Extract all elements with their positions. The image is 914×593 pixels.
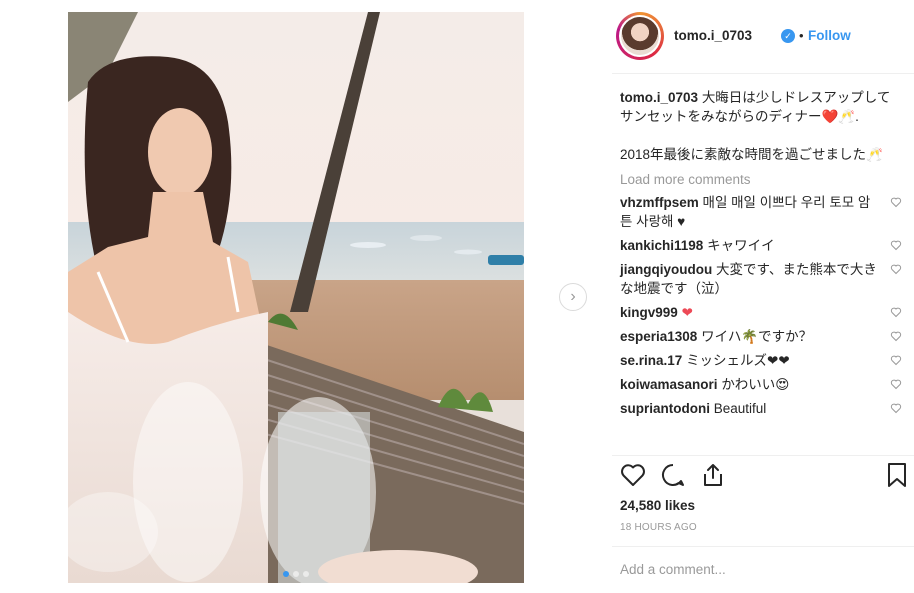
caption-username[interactable]: tomo.i_0703	[620, 90, 698, 105]
comment-like-heart-icon[interactable]	[890, 239, 902, 251]
comment-username[interactable]: vhzmffpsem	[620, 195, 699, 210]
comment-like-heart-icon[interactable]	[890, 196, 902, 208]
comment-username[interactable]: se.rina.17	[620, 353, 682, 368]
comment-username[interactable]: esperia1308	[620, 329, 697, 344]
comment-like-heart-icon[interactable]	[890, 306, 902, 318]
comment-username[interactable]: koiwamasanori	[620, 377, 718, 392]
actions-divider	[612, 455, 914, 456]
comment-item: vhzmffpsem 매일 매일 이쁘다 우리 토모 암튼 사랑해 ♥	[620, 193, 904, 231]
comment-item: supriantodoni Beautiful	[620, 399, 904, 418]
comment-username[interactable]: supriantodoni	[620, 401, 710, 416]
comment-username[interactable]: kankichi1198	[620, 238, 703, 253]
add-comment-input[interactable]: Add a comment...	[620, 562, 726, 577]
post-header: tomo.i_0703 ✓ • Follow	[612, 0, 914, 74]
verified-badge-icon: ✓	[781, 29, 795, 43]
likes-count[interactable]: 24,580 likes	[620, 498, 695, 513]
carousel-dots	[68, 571, 524, 577]
add-comment-divider	[612, 546, 914, 547]
comment-text: ❤	[681, 305, 693, 320]
caption-line-3: 2018年最後に素敵な時間を過ごせました🥂	[620, 147, 883, 162]
comment-text: ミッシェルズ❤❤	[686, 353, 790, 368]
carousel-dot	[293, 571, 299, 577]
comment-username[interactable]: kingv999	[620, 305, 678, 320]
separator-dot: •	[799, 28, 804, 43]
comment-like-heart-icon[interactable]	[890, 378, 902, 390]
comment-like-heart-icon[interactable]	[890, 330, 902, 342]
carousel-dot-active	[283, 571, 289, 577]
carousel-dot	[303, 571, 309, 577]
load-more-comments[interactable]: Load more comments	[620, 170, 904, 189]
avatar-story-ring[interactable]	[616, 12, 664, 60]
comment-text: かわいい😍	[721, 377, 790, 392]
comment-like-heart-icon[interactable]	[890, 263, 902, 275]
avatar	[621, 17, 659, 55]
next-photo-button[interactable]: ›	[559, 283, 587, 311]
post-timestamp: 18 HOURS AGO	[620, 522, 697, 533]
comment-icon[interactable]	[660, 462, 686, 488]
comment-like-heart-icon[interactable]	[890, 354, 902, 366]
comment-username[interactable]: jiangqiyoudou	[620, 262, 712, 277]
photo-scene	[68, 12, 524, 583]
share-icon[interactable]	[700, 462, 726, 488]
post-sidebar: tomo.i_0703 ✓ • Follow tomo.i_0703 大晦日は少…	[612, 0, 914, 593]
comment-text: キャワイイ	[707, 238, 775, 253]
chevron-right-icon: ›	[570, 288, 576, 305]
comment-text: ワイハ🌴ですか？	[701, 329, 813, 344]
comment-text: Beautiful	[713, 401, 767, 416]
caption-line-1: 大晦日は少しドレスアップして	[701, 90, 891, 105]
comments-section: tomo.i_0703 大晦日は少しドレスアップして サンセットをみながらのディ…	[620, 88, 904, 423]
heart-icon[interactable]	[620, 462, 646, 488]
comment-item: kingv999 ❤	[620, 303, 904, 322]
post-photo[interactable]	[68, 12, 524, 583]
comment-item: jiangqiyoudou 大変です、また熊本で大きな地震です（泣）	[620, 260, 904, 298]
follow-button[interactable]: Follow	[808, 28, 851, 43]
comment-item: esperia1308 ワイハ🌴ですか？	[620, 327, 904, 346]
header-username[interactable]: tomo.i_0703	[674, 28, 752, 43]
comment-item: koiwamasanori かわいい😍	[620, 375, 904, 394]
comment-like-heart-icon[interactable]	[890, 402, 902, 414]
avatar-border	[619, 15, 661, 57]
comment-item: kankichi1198 キャワイイ	[620, 236, 904, 255]
comment-item: se.rina.17 ミッシェルズ❤❤	[620, 351, 904, 370]
bookmark-icon[interactable]	[884, 462, 910, 488]
post-actions	[618, 462, 914, 492]
caption-line-2: サンセットをみながらのディナー❤️🥂.	[620, 109, 859, 124]
post-caption: tomo.i_0703 大晦日は少しドレスアップして サンセットをみながらのディ…	[620, 88, 904, 164]
